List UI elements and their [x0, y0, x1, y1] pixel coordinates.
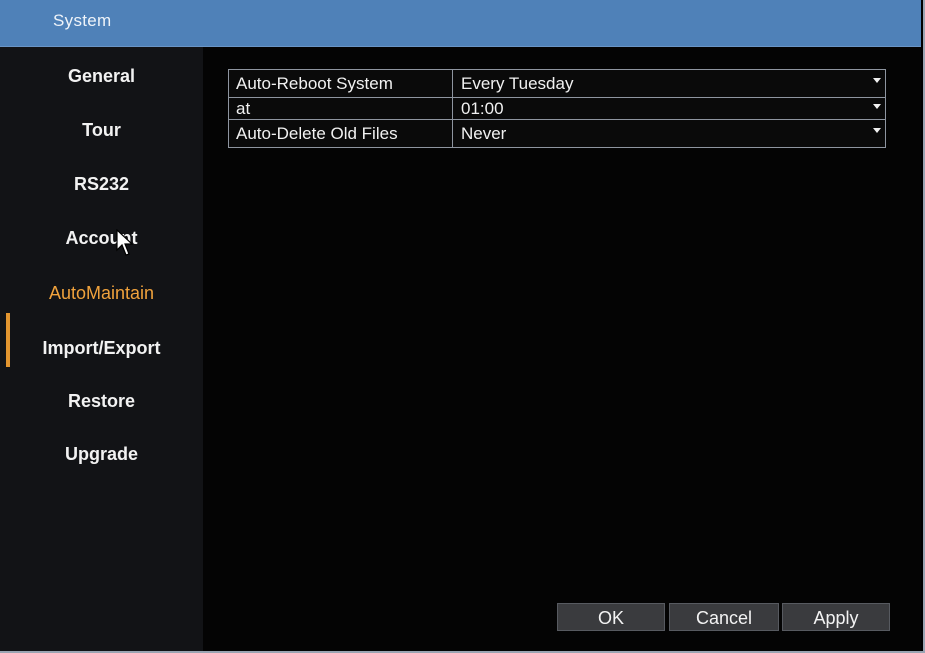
main-content: Auto-Reboot System Every Tuesday at 01:0… — [203, 47, 921, 651]
auto-reboot-select[interactable]: Every Tuesday — [454, 70, 885, 97]
cancel-button[interactable]: Cancel — [669, 603, 779, 631]
automaintain-settings-table: Auto-Reboot System Every Tuesday at 01:0… — [228, 69, 886, 148]
sidebar-item-restore[interactable]: Restore — [0, 381, 203, 421]
reboot-time-select[interactable]: 01:00 — [454, 98, 885, 119]
sidebar-item-import-export[interactable]: Import/Export — [0, 328, 203, 368]
title-bar: System — [0, 0, 921, 47]
auto-delete-value: Never — [461, 124, 507, 143]
setting-row-reboot-time: at 01:00 — [229, 98, 885, 120]
system-window: System General Tour RS232 Account AutoMa… — [0, 0, 925, 653]
sidebar-item-automaintain[interactable]: AutoMaintain — [0, 273, 203, 313]
mouse-pointer-icon — [116, 229, 134, 256]
auto-delete-select[interactable]: Never — [454, 120, 885, 147]
dropdown-arrow-icon — [873, 128, 881, 133]
window-title: System — [53, 11, 112, 30]
sidebar: General Tour RS232 Account AutoMaintain … — [0, 47, 203, 651]
sidebar-item-general[interactable]: General — [0, 56, 203, 96]
ok-button[interactable]: OK — [557, 603, 665, 631]
dropdown-arrow-icon — [873, 78, 881, 83]
sidebar-item-account[interactable]: Account — [0, 218, 203, 258]
setting-row-auto-reboot: Auto-Reboot System Every Tuesday — [229, 70, 885, 98]
reboot-time-value: 01:00 — [461, 99, 504, 118]
auto-delete-label: Auto-Delete Old Files — [229, 120, 453, 147]
sidebar-item-upgrade[interactable]: Upgrade — [0, 434, 203, 474]
apply-button[interactable]: Apply — [782, 603, 890, 631]
sidebar-item-rs232[interactable]: RS232 — [0, 164, 203, 204]
dropdown-arrow-icon — [873, 104, 881, 109]
sidebar-item-tour[interactable]: Tour — [0, 110, 203, 150]
auto-reboot-label: Auto-Reboot System — [229, 70, 453, 97]
auto-reboot-value: Every Tuesday — [461, 74, 574, 93]
reboot-time-label: at — [229, 98, 453, 119]
setting-row-auto-delete: Auto-Delete Old Files Never — [229, 120, 885, 147]
